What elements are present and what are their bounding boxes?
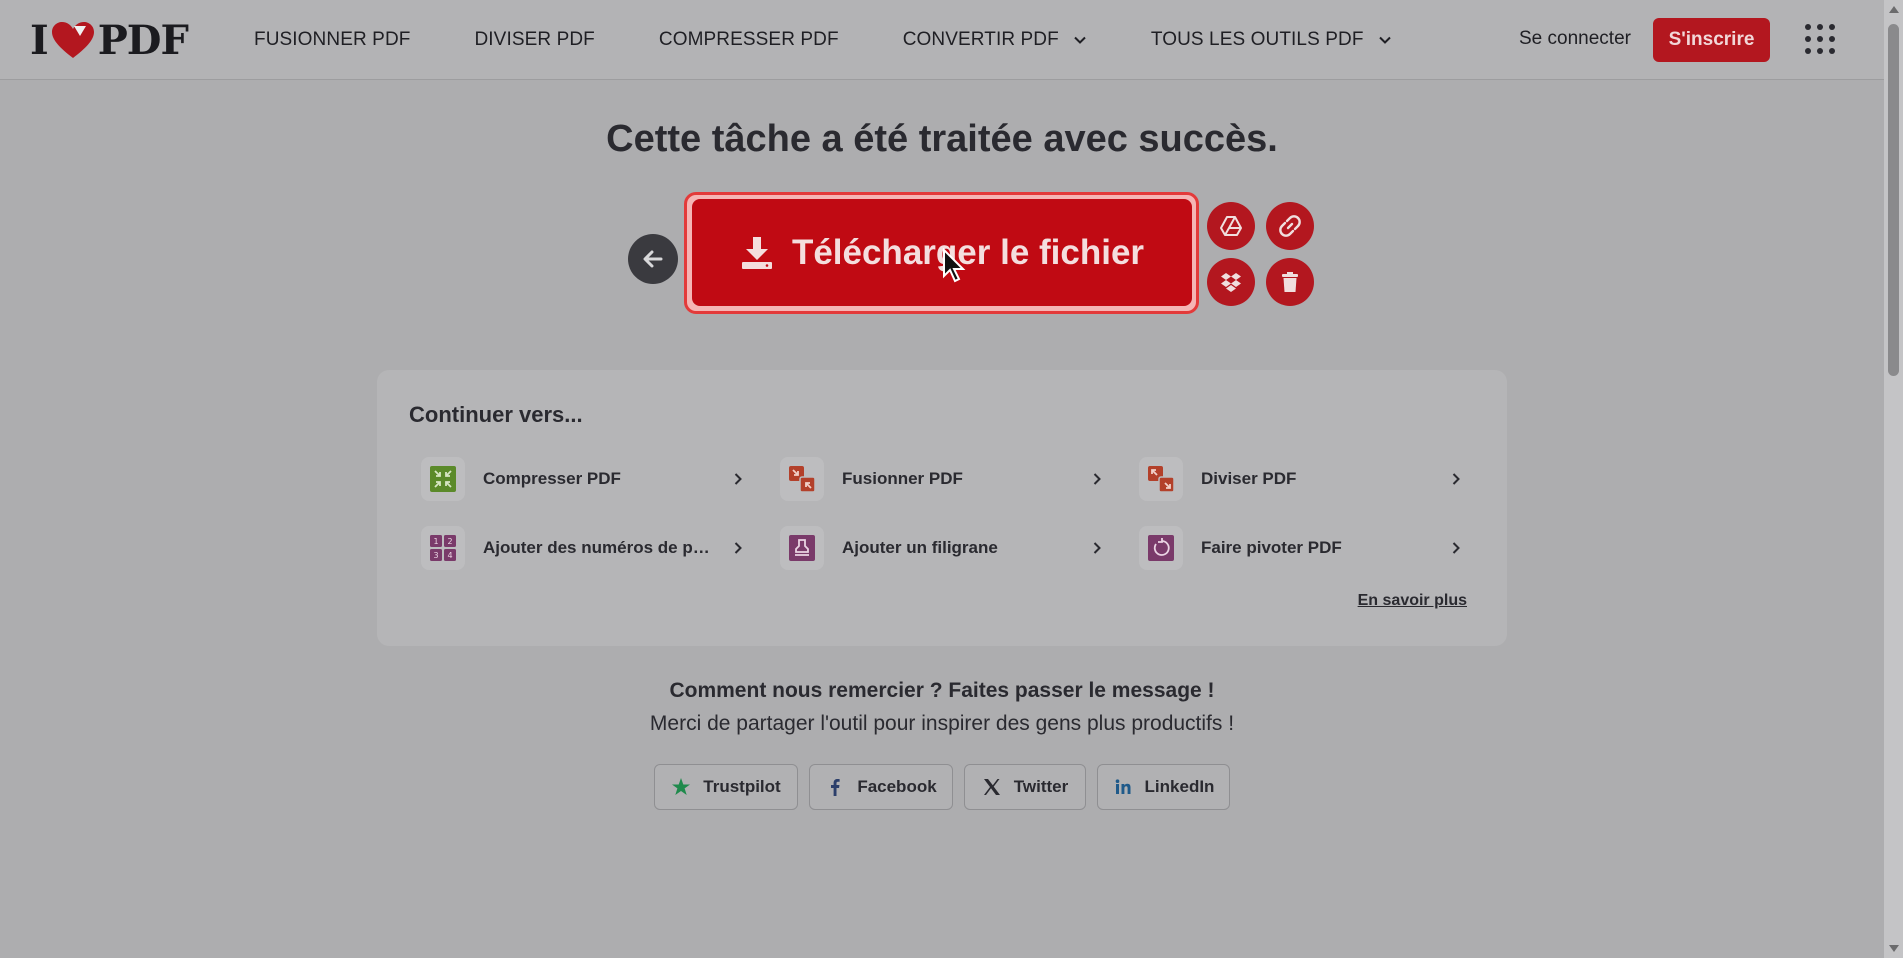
watermark-icon (789, 535, 815, 561)
share-linkedin-label: LinkedIn (1144, 777, 1215, 796)
share-twitter-button[interactable]: Twitter (964, 764, 1086, 810)
tool-watermark-label: Ajouter un filigrane (842, 538, 998, 557)
nav-tous-outils-dropdown[interactable]: TOUS LES OUTILS PDF (1151, 29, 1392, 51)
success-headline: Cette tâche a été traitée avec succès. (606, 118, 1278, 160)
nav-compresser[interactable]: COMPRESSER PDF (659, 29, 839, 51)
chevron-right-icon (1093, 473, 1101, 485)
svg-text:4: 4 (447, 551, 452, 560)
twitter-x-icon (983, 779, 1000, 795)
svg-text:1: 1 (433, 537, 438, 546)
dropbox-icon (1221, 273, 1241, 292)
tool-split[interactable]: Diviser PDF (1133, 452, 1463, 506)
continue-to-card: Continuer vers... Compresser PDF Fusionn… (377, 370, 1507, 646)
tool-compress-icon-box (421, 457, 465, 501)
chevron-right-icon (734, 542, 742, 554)
arrow-left-icon (643, 250, 663, 268)
tool-watermark[interactable]: Ajouter un filigrane (774, 521, 1104, 575)
vertical-scrollbar[interactable] (1884, 0, 1903, 958)
scroll-down-arrow-icon[interactable] (1889, 945, 1899, 952)
share-facebook-label: Facebook (857, 777, 937, 796)
share-linkedin-button[interactable]: LinkedIn (1097, 764, 1230, 810)
link-icon (1279, 215, 1301, 237)
share-twitter-label: Twitter (1013, 777, 1069, 796)
chevron-right-icon (1093, 542, 1101, 554)
chevron-right-icon (734, 473, 742, 485)
chevron-down-icon (1378, 36, 1391, 44)
login-link[interactable]: Se connecter (1519, 28, 1631, 50)
main-nav: FUSIONNER PDF DIVISER PDF COMPRESSER PDF… (254, 0, 1456, 80)
chevron-right-icon (1452, 542, 1460, 554)
trash-icon (1282, 272, 1298, 292)
download-icon (741, 236, 772, 269)
split-icon (1148, 466, 1175, 493)
rotate-icon (1148, 535, 1174, 561)
google-drive-button[interactable] (1207, 202, 1255, 250)
svg-text:3: 3 (433, 551, 438, 560)
scroll-up-arrow-icon[interactable] (1889, 6, 1899, 13)
tool-rotate-label: Faire pivoter PDF (1201, 538, 1342, 557)
mouse-cursor-icon (943, 248, 966, 283)
top-header: I PDF FUSIONNER PDF DIVISER PDF COMPRESS… (0, 0, 1884, 80)
nav-diviser[interactable]: DIVISER PDF (474, 29, 594, 51)
merge-icon (789, 466, 816, 493)
nav-compresser-label: COMPRESSER PDF (658, 29, 839, 50)
tool-merge[interactable]: Fusionner PDF (774, 452, 1104, 506)
dropbox-button[interactable] (1207, 258, 1255, 306)
tool-compress-label: Compresser PDF (483, 469, 621, 488)
tool-page-numbers-icon-box: 1234 (421, 526, 465, 570)
tool-compress[interactable]: Compresser PDF (415, 452, 745, 506)
nav-convertir-dropdown[interactable]: CONVERTIR PDF (903, 29, 1087, 51)
compress-icon (430, 466, 456, 492)
delete-button[interactable] (1266, 258, 1314, 306)
share-title: Comment nous remercier ? Faites passer l… (669, 679, 1215, 702)
nav-fusionner-label: FUSIONNER PDF (254, 29, 411, 50)
share-facebook-button[interactable]: Facebook (809, 764, 953, 810)
tool-split-label: Diviser PDF (1201, 469, 1297, 488)
tool-merge-icon-box (780, 457, 824, 501)
ilovepdf-logo[interactable]: I PDF (30, 16, 189, 64)
tool-page-numbers[interactable]: 1234 Ajouter des numéros de pa... (415, 521, 745, 575)
signup-button[interactable]: S'inscrire (1653, 18, 1770, 62)
tool-rotate[interactable]: Faire pivoter PDF (1133, 521, 1463, 575)
nav-convertir-label: CONVERTIR PDF (902, 29, 1059, 50)
page-numbers-icon: 1 23 4 (430, 535, 456, 561)
heart-logo-icon (51, 22, 94, 58)
apps-grid-icon[interactable] (1803, 22, 1837, 56)
chevron-down-icon (1074, 36, 1086, 44)
logo-text-i: I (30, 16, 49, 64)
continue-title: Continuer vers... (409, 402, 583, 427)
logo-text-pdf: PDF (97, 16, 189, 64)
svg-text:2: 2 (447, 537, 452, 546)
tool-merge-label: Fusionner PDF (842, 469, 963, 488)
scrollbar-thumb[interactable] (1888, 24, 1899, 376)
share-subtitle: Merci de partager l'outil pour inspirer … (649, 712, 1235, 735)
learn-more-link[interactable]: En savoir plus (1358, 592, 1467, 610)
share-trustpilot-label: Trustpilot (703, 777, 781, 796)
linkedin-icon (1115, 779, 1131, 794)
nav-fusionner[interactable]: FUSIONNER PDF (254, 29, 410, 51)
tool-page-numbers-label: Ajouter des numéros de pa... (483, 538, 713, 557)
facebook-icon (831, 779, 840, 796)
tool-rotate-icon-box (1139, 526, 1183, 570)
nav-diviser-label: DIVISER PDF (474, 29, 595, 50)
chevron-right-icon (1452, 473, 1460, 485)
trustpilot-icon (672, 778, 691, 795)
copy-link-button[interactable] (1266, 202, 1314, 250)
nav-tous-outils-label: TOUS LES OUTILS PDF (1150, 29, 1364, 50)
tool-watermark-icon-box (780, 526, 824, 570)
google-drive-icon (1220, 216, 1242, 236)
tool-split-icon-box (1139, 457, 1183, 501)
back-button[interactable] (628, 234, 678, 284)
share-trustpilot-button[interactable]: Trustpilot (654, 764, 798, 810)
